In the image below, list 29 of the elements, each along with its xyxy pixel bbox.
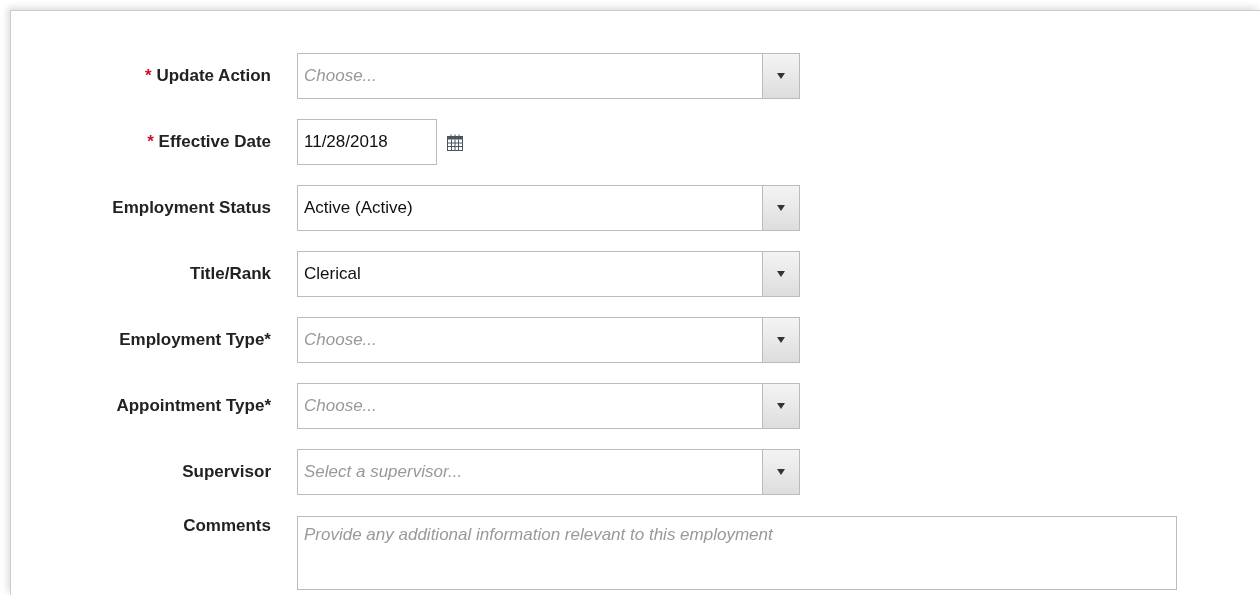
dropdown-field[interactable]: Clerical — [297, 251, 800, 297]
field-label: Employment Type* — [119, 330, 271, 350]
caret-down-icon — [777, 403, 785, 409]
dropdown-field[interactable]: Select a supervisor... — [297, 449, 800, 495]
caret-down-icon — [777, 337, 785, 343]
dropdown-button[interactable] — [762, 54, 799, 98]
caret-down-icon — [777, 73, 785, 79]
field-label: Title/Rank — [190, 264, 271, 284]
dropdown-button[interactable] — [762, 450, 799, 494]
caret-down-icon — [777, 205, 785, 211]
dropdown-field[interactable]: Active (Active) — [297, 185, 800, 231]
field-label: * Update Action — [145, 66, 271, 86]
dropdown-field[interactable]: Choose... — [297, 383, 800, 429]
field-label: Supervisor — [182, 462, 271, 482]
dropdown-button[interactable] — [762, 318, 799, 362]
calendar-icon[interactable] — [447, 133, 463, 151]
date-field[interactable]: 11/28/2018 — [297, 119, 437, 165]
caret-down-icon — [777, 271, 785, 277]
dropdown-field[interactable]: Choose... — [297, 317, 800, 363]
caret-down-icon — [777, 469, 785, 475]
dropdown-button[interactable] — [762, 186, 799, 230]
dropdown-button[interactable] — [762, 252, 799, 296]
dropdown-button[interactable] — [762, 384, 799, 428]
dropdown-field[interactable]: Choose... — [297, 53, 800, 99]
comments-field[interactable]: Provide any additional information relevant to this employment — [297, 516, 1177, 590]
field-label: Comments — [183, 516, 271, 536]
field-label: Appointment Type* — [116, 396, 271, 416]
field-label: * Effective Date — [147, 132, 271, 152]
field-label: Employment Status — [112, 198, 271, 218]
